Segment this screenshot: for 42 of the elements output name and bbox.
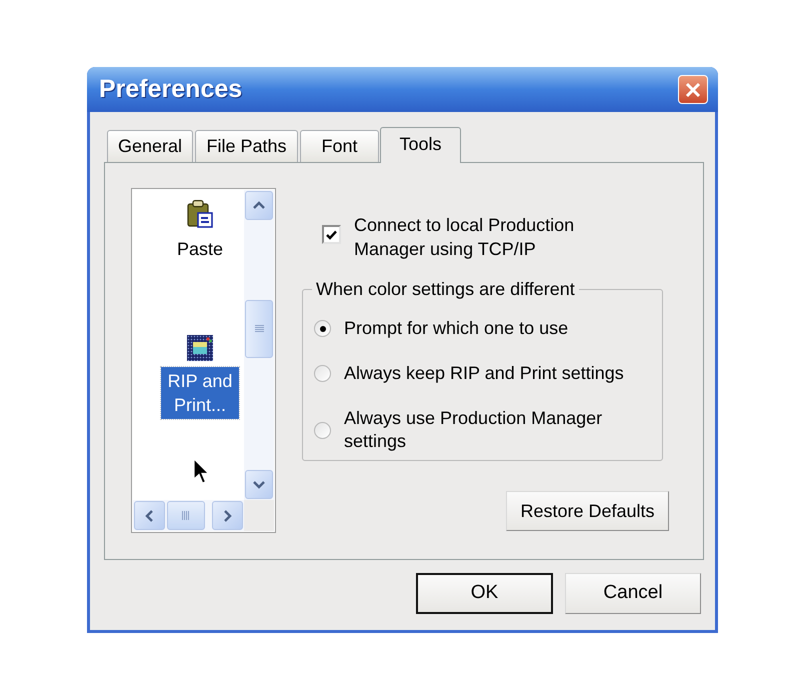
mouse-pointer-icon [193,458,210,485]
scrollbar-corner [244,500,274,531]
restore-defaults-button[interactable]: Restore Defaults [506,491,669,531]
close-icon [685,82,701,98]
chevron-left-icon [145,510,154,522]
radio-dot-icon [320,326,326,332]
checkbox[interactable] [322,225,341,244]
radio-label[interactable]: Always keep RIP and Print settings [344,362,656,385]
window-title: Preferences [99,77,242,102]
scroll-up-button[interactable] [245,191,273,220]
scroll-down-button[interactable] [245,470,273,499]
scroll-left-button[interactable] [134,501,165,530]
scrollbar-thumb[interactable] [167,501,205,530]
dialog-button[interactable]: Cancel [565,573,701,614]
radio-button[interactable] [314,320,331,337]
tool-item-label[interactable]: RIP and Print... [161,367,239,419]
grip-icon [254,325,264,333]
tool-list[interactable]: Paste RIP and Print... [131,188,276,533]
tab[interactable]: General [107,130,193,162]
checkbox-label[interactable]: Connect to local Production Manager using TCP/IP [354,213,624,261]
scroll-right-button[interactable] [212,501,243,530]
chevron-up-icon [253,201,265,210]
tool-item-label[interactable]: Paste [176,238,224,260]
tab[interactable]: File Paths [195,130,298,162]
horizontal-scrollbar[interactable] [133,500,244,531]
radio-label[interactable]: Prompt for which one to use [344,317,656,340]
radio-button[interactable] [314,422,331,438]
chevron-right-icon [223,510,232,522]
chevron-down-icon [253,480,265,489]
tab[interactable]: Font [300,130,379,162]
clipboard-icon [187,200,213,228]
radio-label[interactable]: Always use Production Manager settings [344,407,656,453]
vertical-scrollbar[interactable] [244,190,274,500]
dotted-tile-icon [187,335,213,361]
grip-icon [182,511,190,520]
close-button[interactable] [678,75,708,104]
group-title: When color settings are different [315,279,576,299]
dialog-button[interactable]: OK [416,573,553,614]
checkmark-icon [326,230,337,240]
scrollbar-thumb[interactable] [245,300,273,358]
tab[interactable]: Tools [380,127,461,163]
radio-button[interactable] [314,365,331,382]
